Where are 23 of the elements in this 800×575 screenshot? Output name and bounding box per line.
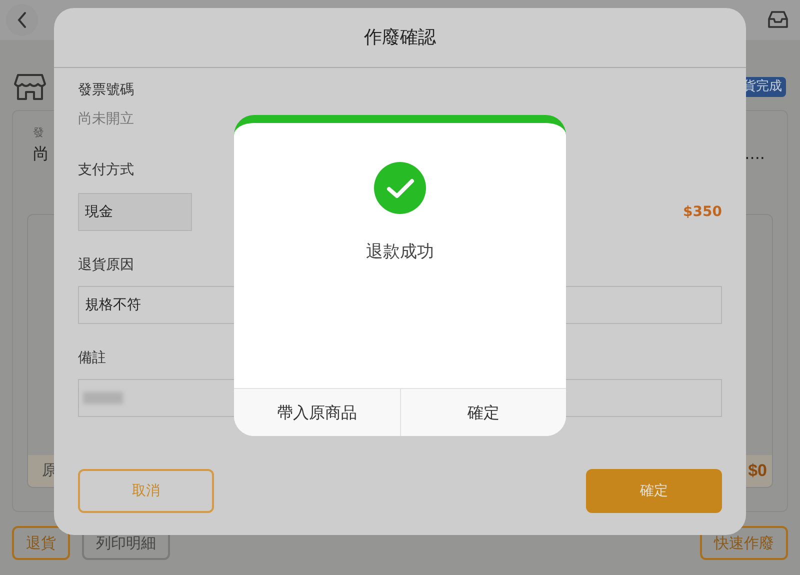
- field-label: 發: [32, 125, 45, 141]
- alert-button[interactable]: 帶入原商品: [234, 389, 400, 436]
- summary-amount: $0: [748, 460, 767, 482]
- inbox-icon: [766, 10, 790, 30]
- alert-button[interactable]: 確定: [400, 389, 566, 436]
- redacted-value: [83, 392, 123, 404]
- field-label: 支付方式: [78, 161, 135, 180]
- check-icon: [374, 162, 426, 214]
- back-icon: [16, 11, 28, 29]
- dialog-title: 作廢確認: [364, 26, 436, 50]
- alert-message: 退款成功: [366, 241, 434, 264]
- ellipsis-text: ....: [744, 142, 766, 164]
- field-value: 尚: [33, 142, 49, 164]
- confirm-button[interactable]: 確定: [586, 469, 722, 513]
- store-icon: [14, 73, 46, 101]
- back-button[interactable]: [6, 4, 38, 36]
- field-label: 備註: [78, 349, 107, 368]
- cancel-button[interactable]: 取消: [78, 469, 214, 513]
- payment-field[interactable]: 現金: [78, 193, 192, 231]
- field-value: 尚未開立: [78, 110, 135, 129]
- field-label: 發票號碼: [78, 81, 135, 100]
- amount-text: $350: [683, 202, 722, 222]
- field-label: 退貨原因: [78, 256, 135, 275]
